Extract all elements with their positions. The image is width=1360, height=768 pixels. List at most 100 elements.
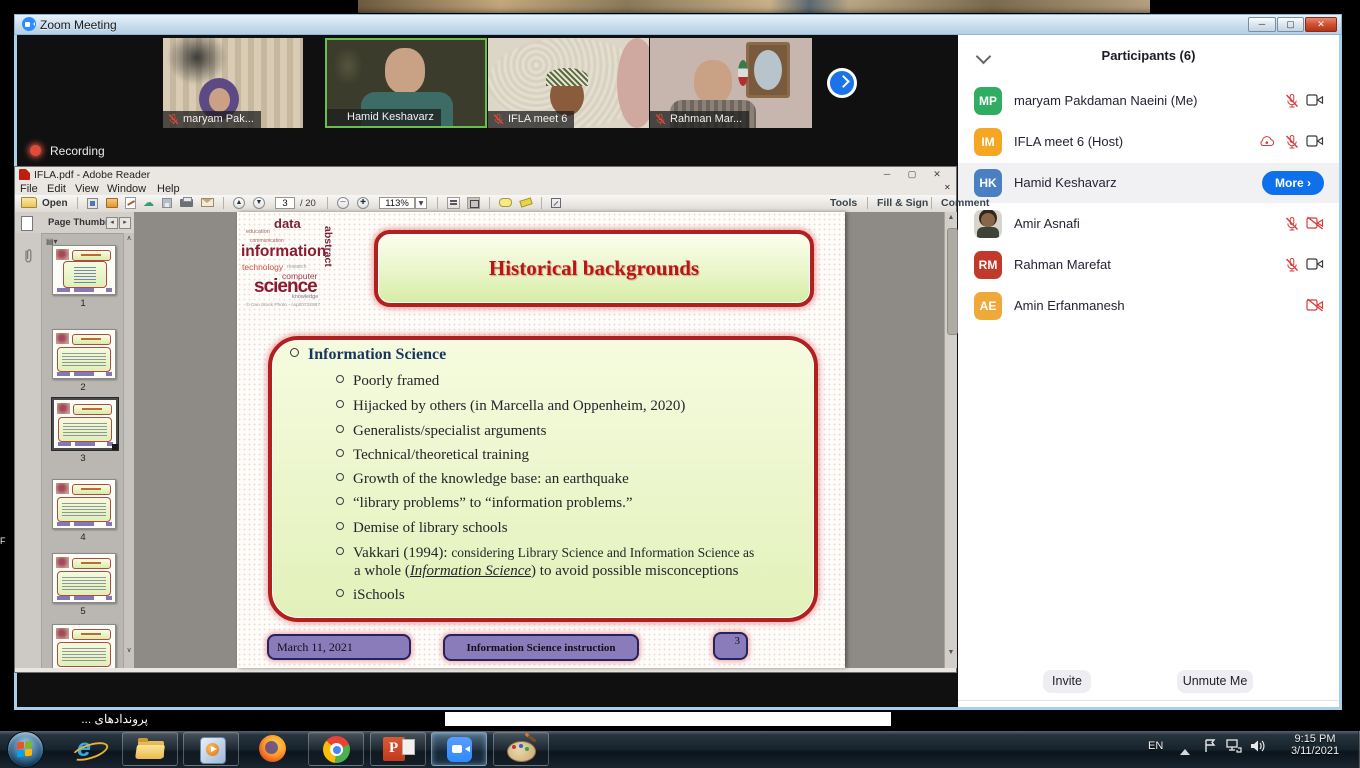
invite-button[interactable]: Invite xyxy=(1043,670,1091,693)
convert-icon[interactable] xyxy=(106,198,118,208)
open-folder-icon[interactable] xyxy=(21,197,37,208)
print-icon[interactable] xyxy=(180,199,193,207)
taskbar-firefox[interactable] xyxy=(245,732,301,766)
cloud-upload-icon[interactable]: ☁ xyxy=(143,196,154,211)
zoom-dropdown-icon[interactable]: ▾ xyxy=(415,197,427,209)
video-off-icon[interactable] xyxy=(1306,216,1324,232)
next-page-icon[interactable]: ▼ xyxy=(253,197,265,209)
taskbar-internet-explorer[interactable]: e xyxy=(61,732,117,766)
thumbnail-page-6[interactable] xyxy=(52,624,116,668)
video-on-icon[interactable] xyxy=(1306,93,1324,109)
zoom-in-icon[interactable]: ✚ xyxy=(357,197,369,209)
taskbar-zoom-active[interactable] xyxy=(431,732,487,766)
taskbar-chrome[interactable] xyxy=(308,732,364,766)
menu-view[interactable]: View xyxy=(75,183,99,195)
taskbar-windows-explorer[interactable] xyxy=(122,732,178,766)
highlight-icon[interactable] xyxy=(519,198,532,208)
maximize-button[interactable]: ▢ xyxy=(1277,17,1304,32)
video-tile-ifla-meet[interactable]: IFLA meet 6 xyxy=(488,38,649,128)
close-button[interactable]: ✕ xyxy=(1305,17,1337,32)
taskbar-paint[interactable] xyxy=(493,732,549,766)
minimize-button[interactable]: ─ xyxy=(1248,17,1276,32)
taskbar-clock[interactable]: 9:15 PM 3/11/2021 xyxy=(1272,733,1358,757)
scrollbar-thumb[interactable] xyxy=(947,228,958,335)
start-button[interactable] xyxy=(7,731,44,768)
email-icon[interactable] xyxy=(201,198,214,207)
pdf-scrollbar[interactable]: ▲ ▼ xyxy=(944,212,957,668)
scroll-down-icon[interactable]: ∨ xyxy=(124,646,134,654)
restore-button[interactable]: ▢ xyxy=(901,168,923,181)
sign-icon[interactable] xyxy=(125,197,136,209)
unmute-me-button[interactable]: Unmute Me xyxy=(1177,670,1253,693)
participant-row[interactable]: IM IFLA meet 6 (Host) xyxy=(958,122,1339,162)
video-off-icon[interactable] xyxy=(1306,298,1324,314)
thumbnail-page-5[interactable] xyxy=(52,553,116,603)
expand-icon[interactable] xyxy=(551,198,561,208)
mic-muted-icon[interactable] xyxy=(1284,216,1302,232)
participant-row[interactable]: HK Hamid Keshavarz More › xyxy=(958,163,1339,203)
comment-button[interactable]: Comment xyxy=(941,196,989,211)
paperclip-icon[interactable] xyxy=(21,247,35,265)
open-button[interactable]: Open xyxy=(42,196,68,211)
minimize-button[interactable]: ─ xyxy=(876,168,898,181)
participant-row[interactable]: MP maryam Pakdaman Naeini (Me) xyxy=(958,81,1339,121)
video-on-icon[interactable] xyxy=(1306,134,1324,150)
more-button[interactable]: More › xyxy=(1262,171,1324,195)
scroll-up-icon[interactable]: ▲ xyxy=(946,214,956,221)
tools-button[interactable]: Tools xyxy=(830,196,857,211)
fill-sign-button[interactable]: Fill & Sign xyxy=(877,196,928,211)
scroll-mode-icon[interactable] xyxy=(447,197,460,209)
wall xyxy=(617,38,649,128)
scroll-down-icon[interactable]: ▼ xyxy=(946,649,956,656)
video-on-icon[interactable] xyxy=(1306,257,1324,273)
language-indicator[interactable]: EN xyxy=(1148,740,1163,752)
thumbnail-page-4[interactable] xyxy=(52,479,116,529)
zoom-level-input[interactable]: 113% xyxy=(379,197,415,209)
toolbar-close-icon[interactable]: ✕ xyxy=(944,183,951,192)
slide-footer-page-number: 3 xyxy=(713,632,748,660)
taskbar-window-title-farsi[interactable]: ... پروندادهای xyxy=(52,712,148,726)
zoom-out-icon[interactable]: ─ xyxy=(337,197,349,209)
slide-footer-title: Information Science instruction xyxy=(443,634,639,661)
avatar-photo xyxy=(974,210,1002,238)
video-tile-maryam[interactable]: maryam Pak... xyxy=(163,38,303,128)
menu-edit[interactable]: Edit xyxy=(47,183,66,195)
page-total-label: / 20 xyxy=(300,196,316,211)
network-icon[interactable] xyxy=(1226,739,1242,753)
taskbar-powerpoint[interactable]: P xyxy=(370,732,426,766)
fullscreen-mode-icon[interactable] xyxy=(467,197,480,209)
zoom-titlebar[interactable] xyxy=(14,14,1342,35)
thumbnails-scrollbar[interactable]: ∧ ∨ xyxy=(123,233,134,668)
mic-muted-icon[interactable] xyxy=(1284,93,1302,109)
video-tile-rahman[interactable]: Rahman Mar... xyxy=(650,38,812,128)
mic-muted-icon[interactable] xyxy=(1284,257,1302,273)
participant-name: Hamid Keshavarz xyxy=(1014,175,1117,190)
thumbnail-page-1[interactable] xyxy=(52,245,116,295)
menu-file[interactable]: File xyxy=(20,183,38,195)
speaker-icon[interactable] xyxy=(1250,739,1267,753)
sticky-note-icon[interactable] xyxy=(499,198,512,207)
participant-row[interactable]: AE Amin Erfanmanesh xyxy=(958,286,1339,326)
pages-icon[interactable] xyxy=(21,216,33,231)
menu-window[interactable]: Window xyxy=(107,183,146,195)
previous-page-icon[interactable]: ▲ xyxy=(233,197,245,209)
mic-muted-icon[interactable] xyxy=(1284,134,1302,150)
page-number-input[interactable]: 3 xyxy=(275,197,295,209)
participant-row[interactable]: Amir Asnafi xyxy=(958,204,1339,244)
save-icon[interactable] xyxy=(162,198,172,208)
hidden-icons-arrow[interactable] xyxy=(1180,744,1190,755)
thumbnail-page-2[interactable] xyxy=(52,329,116,379)
close-button[interactable]: ✕ xyxy=(926,168,948,181)
expand-panel-icon[interactable]: ▸ xyxy=(119,217,131,229)
video-tile-hamid[interactable]: Hamid Keshavarz xyxy=(325,38,487,128)
collapse-icon[interactable]: ◂ xyxy=(106,217,118,229)
save-copy-icon[interactable] xyxy=(87,198,98,209)
scroll-up-icon[interactable]: ∧ xyxy=(124,234,134,242)
thumbnail-page-3-selected[interactable] xyxy=(52,398,118,450)
menu-help[interactable]: Help xyxy=(157,183,180,195)
next-videos-button[interactable] xyxy=(827,68,857,98)
participant-row[interactable]: RM Rahman Marefat xyxy=(958,245,1339,285)
action-center-flag-icon[interactable] xyxy=(1203,738,1217,754)
taskbar-media-player[interactable] xyxy=(183,732,239,766)
bullet-item: Generalists/specialist arguments xyxy=(336,422,824,440)
